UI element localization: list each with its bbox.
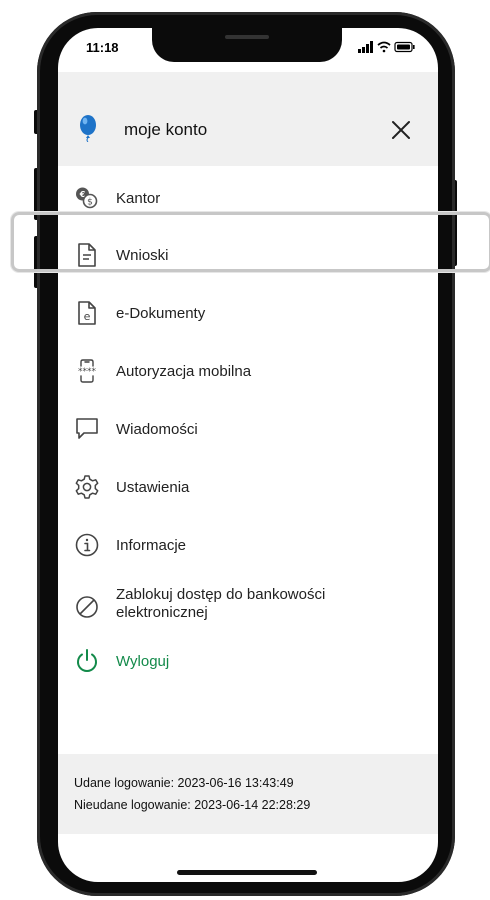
power-icon (74, 648, 100, 674)
login-info-footer: Udane logowanie: 2023-06-16 13:43:49 Nie… (58, 754, 438, 834)
wifi-icon (377, 41, 391, 53)
menu-item-label: Ustawienia (116, 479, 190, 496)
menu-item-label: Kantor (116, 190, 161, 207)
menu-header: moje konto (58, 72, 438, 166)
menu-item-e-dokumenty[interactable]: e e-Dokumenty (58, 294, 438, 334)
mobile-authorization-icon: **** (74, 358, 100, 384)
speaker (225, 35, 269, 39)
status-bar: 11:18 (58, 28, 438, 70)
highlight-frame (11, 212, 490, 272)
menu-item-label: Autoryzacja mobilna (116, 363, 252, 380)
menu-item-label: Informacje (116, 537, 187, 554)
status-time: 11:18 (86, 40, 119, 55)
menu-item-label: Wyloguj (116, 653, 170, 670)
menu-item-autoryzacja-mobilna[interactable]: **** Autoryzacja mobilna (58, 352, 438, 392)
message-icon (74, 416, 100, 442)
home-indicator[interactable] (177, 870, 317, 875)
failed-login-text: Nieudane logowanie: 2023-06-14 22:28:29 (74, 798, 311, 812)
gear-icon (74, 474, 100, 500)
menu-item-ustawienia[interactable]: Ustawienia (58, 468, 438, 508)
notch (152, 28, 342, 62)
balloon-logo-icon (78, 114, 98, 147)
menu-item-label: Wiadomości (116, 421, 198, 438)
phone-screen: 11:18 moje konto € $ Kantor Wnioski e e-… (58, 28, 438, 882)
menu-item-informacje[interactable]: Informacje (58, 526, 438, 566)
battery-icon (394, 41, 415, 53)
menu-item-zablokuj-dostep[interactable]: Zablokuj dostęp do bankowości elektronic… (58, 584, 438, 624)
last-login-text: Udane logowanie: 2023-06-16 13:43:49 (74, 776, 294, 790)
menu-item-wyloguj[interactable]: Wyloguj (58, 642, 438, 682)
info-icon (74, 532, 100, 558)
status-icons (356, 40, 416, 54)
svg-text:****: **** (78, 367, 97, 377)
cellular-signal-icon (358, 41, 373, 53)
block-icon (74, 594, 100, 620)
e-document-icon: e (74, 300, 100, 326)
svg-text:e: e (84, 310, 91, 323)
menu-item-label: Zablokuj dostęp do bankowości elektronic… (116, 586, 326, 621)
currency-exchange-icon: € $ (74, 185, 100, 211)
close-icon[interactable] (390, 119, 412, 141)
menu-item-wiadomosci[interactable]: Wiadomości (58, 410, 438, 450)
menu-item-label: e-Dokumenty (116, 305, 206, 322)
header-title: moje konto (124, 120, 208, 139)
svg-text:$: $ (87, 198, 93, 208)
